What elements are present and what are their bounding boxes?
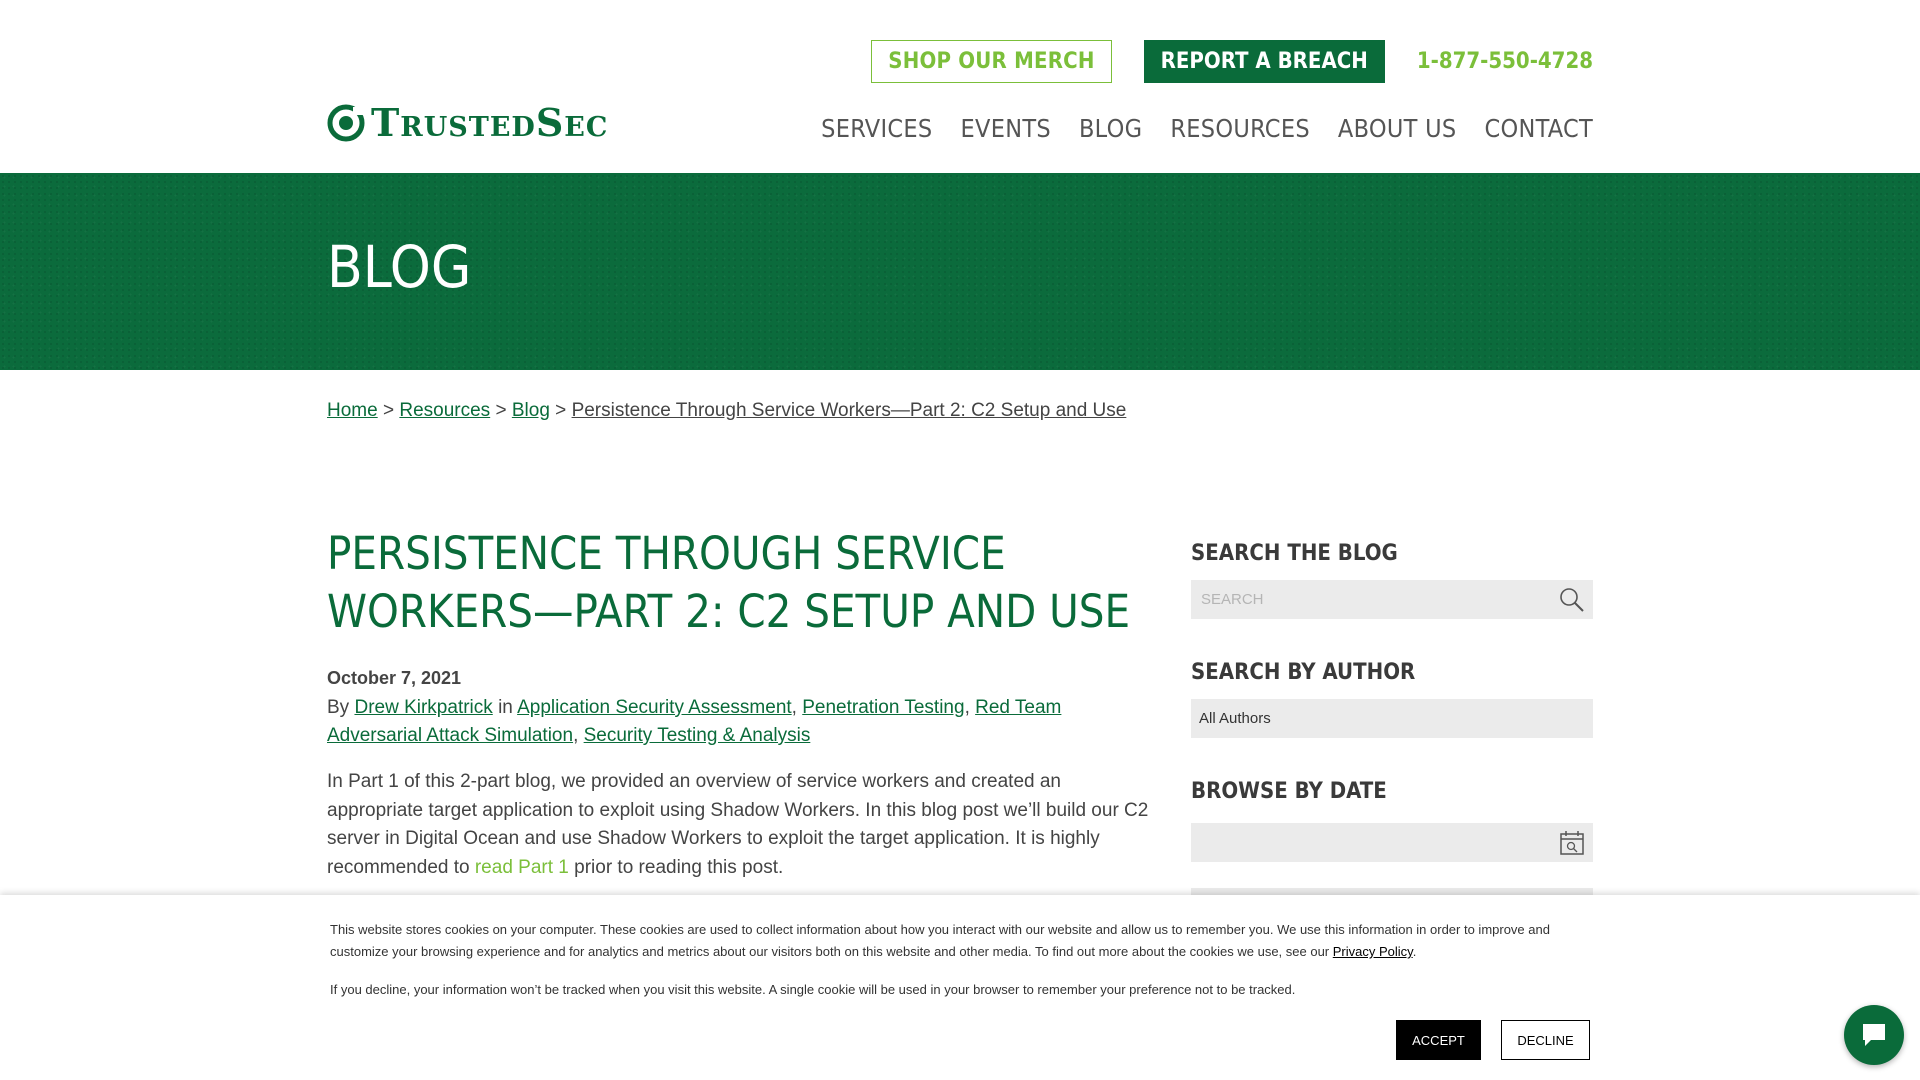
article-byline: By Drew Kirkpatrick in Application Secur… [327,697,1062,746]
nav-resources[interactable]: RESOURCES [1170,114,1310,143]
search-input[interactable] [1199,590,1543,609]
author-select[interactable]: All Authors [1191,699,1593,738]
accept-cookies-button[interactable]: ACCEPT [1396,1020,1481,1060]
article-intro: In Part 1 of this 2-part blog, we provid… [327,768,1157,882]
article-title: PERSISTENCE THROUGH SERVICE WORKERS—PART… [327,527,1131,638]
category-link[interactable]: Penetration Testing [802,697,964,718]
read-part1-link[interactable]: read Part 1 [475,857,569,878]
nav-contact[interactable]: CONTACT [1484,114,1593,143]
banner-title: BLOG [327,233,472,301]
breadcrumb-resources[interactable]: Resources [399,400,490,421]
logo-text: TrustedSec [371,100,609,145]
category-link[interactable]: Application Security Assessment [517,697,792,718]
chat-button[interactable] [1844,1005,1904,1065]
breadcrumb-separator: > [495,400,507,421]
browse-date-heading: BROWSE BY DATE [1191,779,1387,804]
article-date: October 7, 2021 [327,668,462,688]
breadcrumb-blog[interactable]: Blog [512,400,550,421]
nav-services[interactable]: SERVICES [821,114,932,143]
breadcrumb-current[interactable]: Persistence Through Service Workers—Part… [572,400,1127,421]
breadcrumb-separator: > [382,400,395,421]
nav-events[interactable]: EVENTS [961,114,1051,143]
breadcrumb-separator: > [555,400,567,421]
phone-link[interactable]: 1-877-550-4728 [1417,49,1593,74]
report-breach-button[interactable]: REPORT A BREACH [1143,40,1385,83]
author-link[interactable]: Drew Kirkpatrick [354,697,492,718]
byline-by: By [327,697,350,718]
author-select-value: All Authors [1199,710,1271,727]
chat-bubble-icon [1863,1024,1885,1046]
category-link[interactable]: Security Testing & Analysis [584,725,811,746]
cookie-decline-note: If you decline, your information won’t b… [330,982,1296,997]
logo-mark-icon [327,104,365,141]
breadcrumb-home[interactable]: Home [327,400,378,421]
privacy-policy-link[interactable]: Privacy Policy [1333,944,1413,959]
nav-about-us[interactable]: ABOUT US [1338,114,1457,143]
date-from-field[interactable] [1191,823,1593,862]
header-topbar: SHOP OUR MERCH REPORT A BREACH 1-877-550… [871,40,1593,83]
search-field [1191,580,1593,619]
trustedsec-logo[interactable]: TrustedSec [327,100,608,145]
search-icon[interactable] [1559,587,1585,613]
cookie-text: This website stores cookies on your comp… [330,922,1550,959]
search-blog-heading: SEARCH THE BLOG [1191,541,1398,566]
calendar-icon[interactable] [1559,830,1585,856]
shop-merch-button[interactable]: SHOP OUR MERCH [871,40,1112,83]
page-banner: BLOG [0,173,1920,370]
byline-in: in [498,697,513,718]
cookie-banner: This website stores cookies on your comp… [0,895,1920,1080]
nav-blog[interactable]: BLOG [1079,114,1142,143]
decline-cookies-button[interactable]: DECLINE [1501,1020,1590,1060]
intro-end: prior to reading this post. [574,856,784,878]
main-nav: SERVICES EVENTS BLOG RESOURCES ABOUT US … [821,114,1593,143]
breadcrumb: Home > Resources > Blog > Persistence Th… [327,400,1126,422]
search-author-heading: SEARCH BY AUTHOR [1191,660,1416,685]
